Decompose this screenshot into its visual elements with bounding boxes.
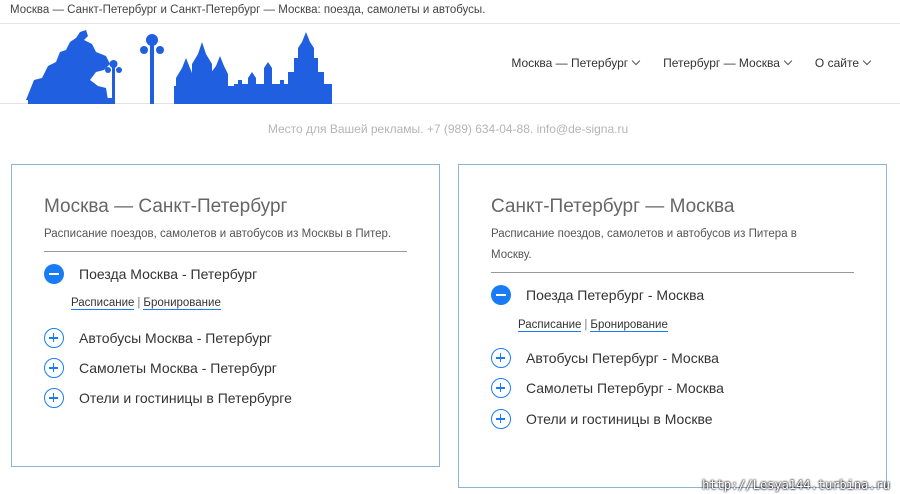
minus-circle-icon bbox=[44, 264, 64, 284]
site-logo[interactable] bbox=[26, 28, 336, 104]
accordion-item-buses[interactable]: Автобусы Петербург - Москва bbox=[491, 348, 719, 368]
nav-label: Петербург — Москва bbox=[663, 56, 780, 70]
site-header: Москва — Петербург Петербург — Москва О … bbox=[0, 24, 900, 104]
train-links: Расписание | Бронирование bbox=[71, 297, 221, 310]
plus-circle-icon bbox=[44, 388, 64, 408]
accordion-label: Отели и гостиницы в Москве bbox=[526, 411, 713, 427]
plus-circle-icon bbox=[491, 348, 511, 368]
accordion-label: Отели и гостиницы в Петербурге bbox=[79, 390, 292, 406]
card-title: Санкт-Петербург — Москва bbox=[491, 196, 735, 217]
chevron-down-icon bbox=[631, 56, 641, 66]
top-announcement-bar: Москва — Санкт-Петербург и Санкт-Петербу… bbox=[0, 0, 900, 24]
schedule-link[interactable]: Расписание bbox=[518, 319, 582, 332]
watermark-text: http://Lesya144.turbina.ru bbox=[702, 478, 890, 492]
chevron-down-icon bbox=[862, 56, 872, 66]
card-description: Расписание поездов, самолетов и автобусо… bbox=[491, 228, 797, 261]
card-petersburg-moscow: Санкт-Петербург — Москва Расписание поез… bbox=[458, 164, 887, 488]
accordion-item-hotels[interactable]: Отели и гостиницы в Петербурге bbox=[44, 388, 292, 408]
nav-label: О сайте bbox=[814, 56, 859, 70]
accordion-label: Самолеты Петербург - Москва bbox=[526, 380, 724, 396]
card-divider bbox=[491, 272, 854, 273]
ad-banner-text: Место для Вашей рекламы. +7 (989) 634-04… bbox=[267, 122, 629, 136]
train-links: Расписание | Бронирование bbox=[518, 319, 668, 332]
plus-circle-icon bbox=[44, 328, 64, 348]
nav-moscow-petersburg[interactable]: Москва — Петербург bbox=[511, 56, 641, 70]
nav-petersburg-moscow[interactable]: Петербург — Москва bbox=[663, 56, 793, 70]
accordion-label: Поезда Петербург - Москва bbox=[526, 287, 705, 303]
minus-circle-icon bbox=[491, 285, 511, 305]
link-separator: | bbox=[584, 319, 588, 331]
accordion-item-buses[interactable]: Автобусы Москва - Петербург bbox=[44, 328, 272, 348]
card-description: Расписание поездов, самолетов и автобусо… bbox=[44, 228, 392, 240]
chevron-down-icon bbox=[783, 56, 793, 66]
card-divider bbox=[44, 251, 407, 252]
nav-label: Москва — Петербург bbox=[511, 56, 629, 70]
booking-link[interactable]: Бронирование bbox=[590, 319, 668, 332]
accordion-label: Автобусы Москва - Петербург bbox=[79, 330, 272, 346]
plus-circle-icon bbox=[44, 358, 64, 378]
accordion-label: Автобусы Петербург - Москва bbox=[526, 350, 719, 366]
accordion-item-trains[interactable]: Поезда Москва - Петербург bbox=[44, 264, 257, 284]
accordion-item-hotels[interactable]: Отели и гостиницы в Москве bbox=[491, 409, 713, 429]
accordion-item-planes[interactable]: Самолеты Москва - Петербург bbox=[44, 358, 277, 378]
nav-about[interactable]: О сайте bbox=[814, 56, 872, 70]
accordion-item-trains[interactable]: Поезда Петербург - Москва bbox=[491, 285, 704, 305]
accordion-label: Поезда Москва - Петербург bbox=[79, 266, 258, 282]
link-separator: | bbox=[137, 297, 141, 309]
plus-circle-icon bbox=[491, 409, 511, 429]
top-announcement-text: Москва — Санкт-Петербург и Санкт-Петербу… bbox=[10, 4, 486, 16]
accordion-label: Самолеты Москва - Петербург bbox=[79, 360, 277, 376]
card-title: Москва — Санкт-Петербург bbox=[44, 196, 288, 217]
main-nav: Москва — Петербург Петербург — Москва О … bbox=[487, 56, 872, 70]
accordion-item-planes[interactable]: Самолеты Петербург - Москва bbox=[491, 378, 724, 398]
booking-link[interactable]: Бронирование bbox=[143, 297, 221, 310]
card-moscow-petersburg: Москва — Санкт-Петербург Расписание поез… bbox=[11, 164, 440, 467]
plus-circle-icon bbox=[491, 378, 511, 398]
schedule-link[interactable]: Расписание bbox=[71, 297, 135, 310]
